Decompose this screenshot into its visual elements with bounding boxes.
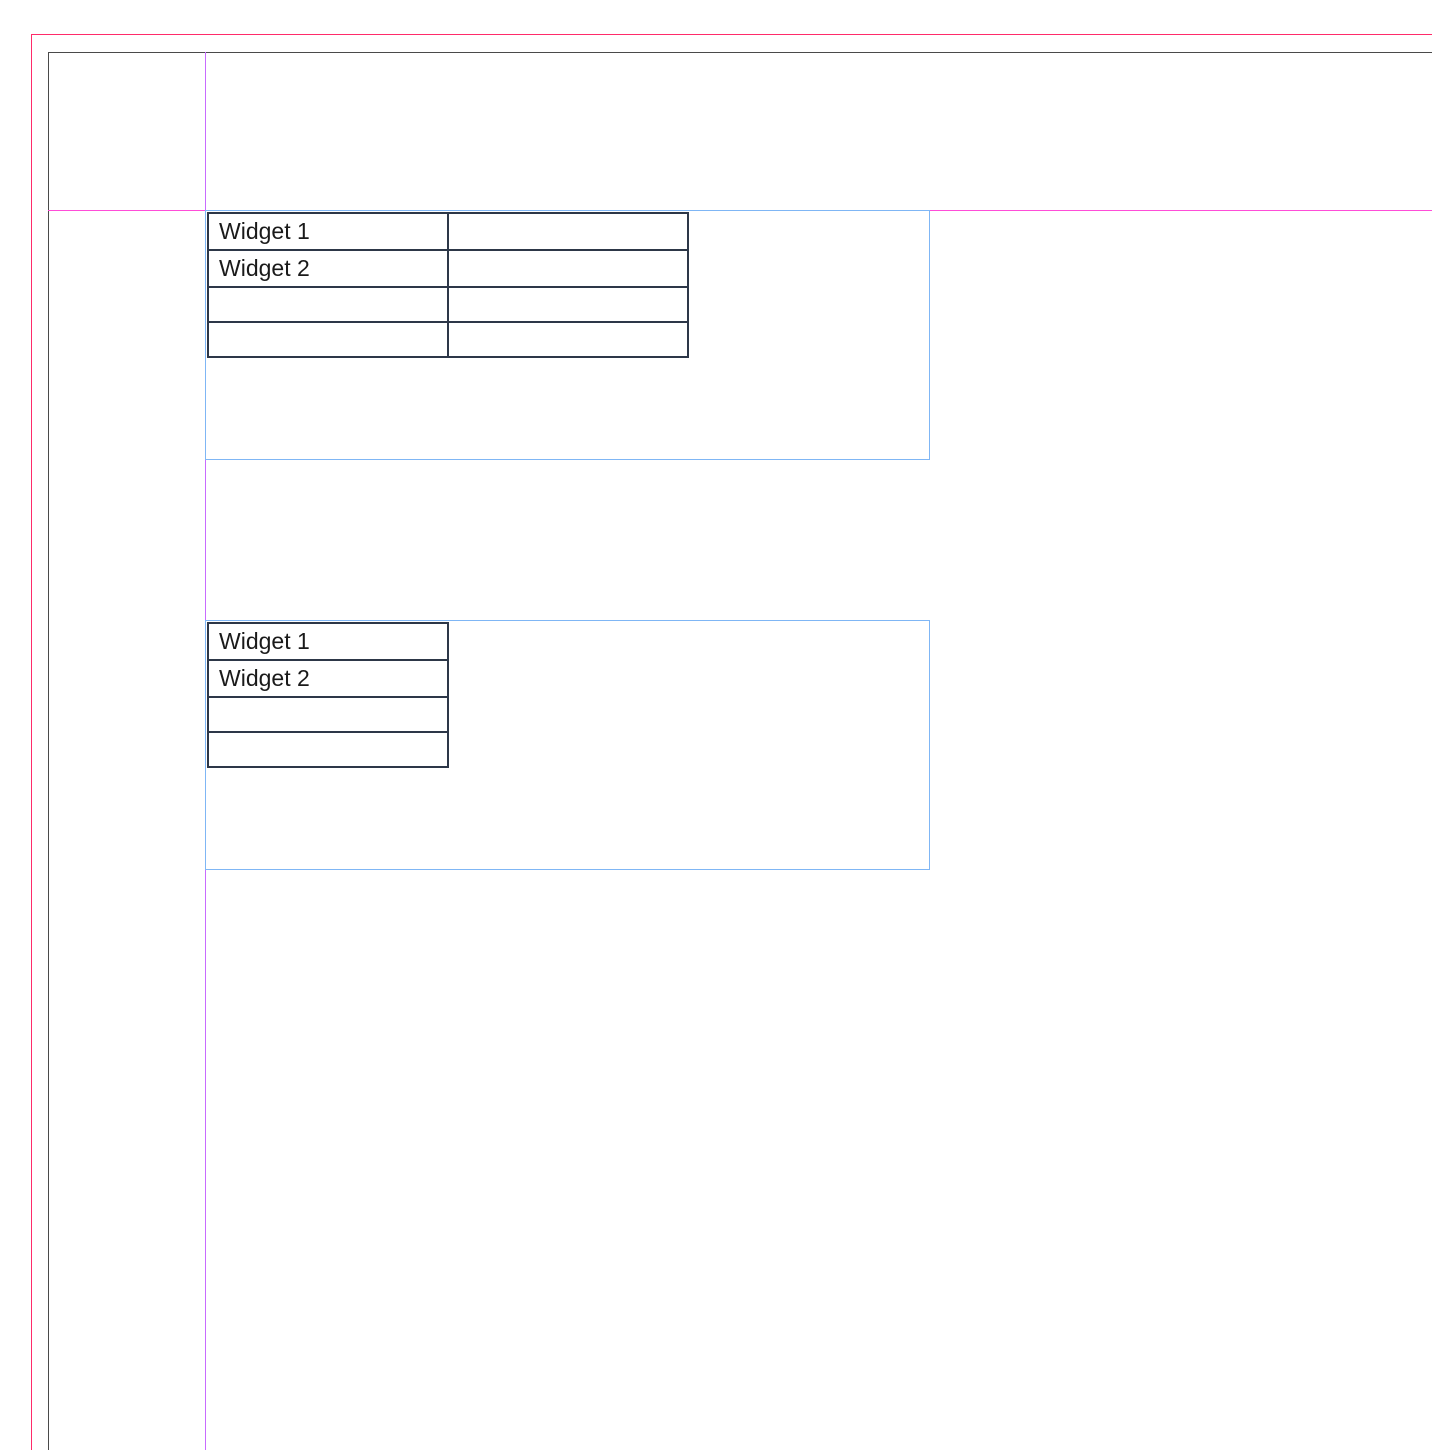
table-cell[interactable]: [208, 287, 448, 322]
table-cell[interactable]: Widget 2: [208, 250, 448, 287]
table-cell[interactable]: Widget 1: [208, 623, 448, 660]
table-row[interactable]: Widget 2: [208, 660, 448, 697]
cell-text: Widget 2: [219, 255, 310, 281]
table-cell[interactable]: [208, 732, 448, 767]
table-cell[interactable]: [208, 322, 448, 357]
table-cell[interactable]: [208, 697, 448, 732]
table-row[interactable]: [208, 732, 448, 767]
table-cell[interactable]: Widget 2: [208, 660, 448, 697]
table-row[interactable]: Widget 2: [208, 250, 688, 287]
table-row[interactable]: [208, 287, 688, 322]
cell-text: Widget 2: [219, 665, 310, 691]
table-row[interactable]: Widget 1: [208, 213, 688, 250]
table-row[interactable]: Widget 1: [208, 623, 448, 660]
table-1[interactable]: Widget 1 Widget 2: [207, 212, 689, 358]
table-cell[interactable]: [448, 250, 688, 287]
table-row[interactable]: [208, 697, 448, 732]
cell-text: Widget 1: [219, 218, 310, 244]
table-cell[interactable]: Widget 1: [208, 213, 448, 250]
table-1-wrap: Widget 1 Widget 2: [207, 212, 689, 358]
bleed-edge-top: [31, 34, 1432, 35]
page-edge-left: [48, 52, 49, 1450]
table-row[interactable]: [208, 322, 688, 357]
cell-text: Widget 1: [219, 628, 310, 654]
table-2-wrap: Widget 1 Widget 2: [207, 622, 449, 768]
bleed-edge-left: [31, 34, 32, 1450]
table-2[interactable]: Widget 1 Widget 2: [207, 622, 449, 768]
table-cell[interactable]: [448, 322, 688, 357]
table-cell[interactable]: [448, 213, 688, 250]
table-cell[interactable]: [448, 287, 688, 322]
page-edge-top: [48, 52, 1432, 53]
